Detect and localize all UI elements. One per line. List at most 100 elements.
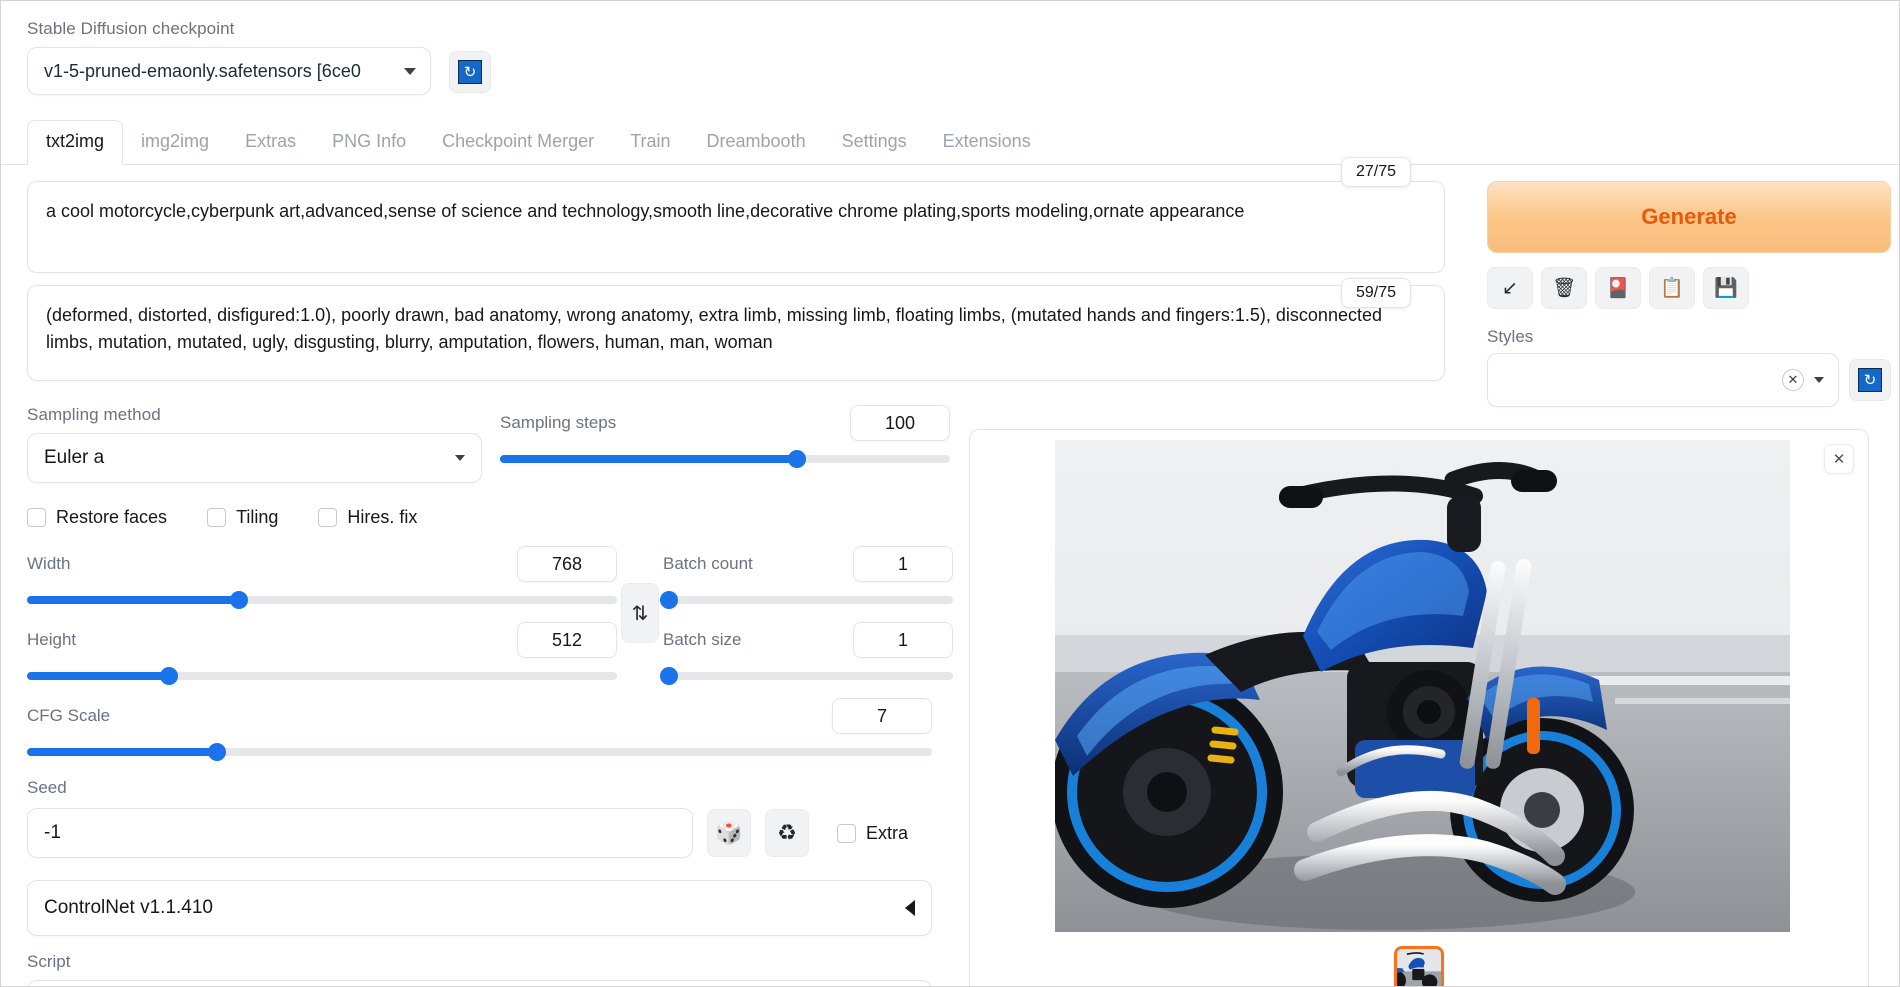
extra-label: Extra (866, 822, 909, 843)
refresh-styles-button[interactable]: ↻ (1849, 359, 1891, 401)
cfg-header: CFG Scale 7 (27, 698, 932, 734)
checkpoint-value: v1-5-pruned-emaonly.safetensors [6ce0 (44, 60, 361, 81)
restore-faces-label: Restore faces (56, 507, 168, 527)
negative-prompt-input[interactable]: (deformed, distorted, disfigured:1.0), p… (27, 285, 1445, 381)
clipboard-icon: 📋 (1660, 278, 1684, 299)
script-dropdown[interactable]: None (27, 980, 932, 986)
slider-fill (27, 596, 240, 604)
swap-dimensions-wrap: ⇅ (617, 546, 663, 680)
slider-knob[interactable] (230, 591, 249, 609)
batch-size-slider[interactable] (659, 667, 953, 685)
slider-knob[interactable] (659, 667, 678, 685)
tab-png-info[interactable]: PNG Info (314, 131, 424, 164)
batch-size-header: Batch size 1 (663, 622, 953, 658)
dimensions-block: Width 768 Height 512 (27, 546, 617, 685)
read-generation-params-button[interactable]: ↙ (1487, 267, 1533, 309)
close-icon[interactable]: ✕ (1782, 369, 1804, 391)
dice-icon: 🎲 (715, 820, 743, 845)
recycle-icon: ♻ (777, 820, 797, 845)
slider-fill (500, 455, 797, 463)
controlnet-label: ControlNet v1.1.410 (44, 897, 213, 918)
sampling-steps-slider[interactable] (500, 450, 950, 468)
width-header: Width 768 (27, 546, 617, 582)
cfg-slider[interactable] (27, 743, 932, 761)
width-value[interactable]: 768 (517, 546, 617, 582)
controlnet-accordion[interactable]: ControlNet v1.1.410 (27, 880, 932, 936)
generate-button[interactable]: Generate (1487, 181, 1891, 253)
restore-faces-checkbox[interactable]: Restore faces (27, 507, 167, 528)
slider-track (663, 596, 953, 604)
generated-image[interactable] (1055, 440, 1790, 932)
floppy-save-icon: 💾 (1714, 278, 1738, 299)
batch-block: Batch count 1 Batch size 1 (659, 546, 953, 685)
height-slider[interactable] (27, 667, 617, 685)
styles-dropdown[interactable]: ✕ (1487, 353, 1839, 407)
batch-count-slider[interactable] (659, 591, 953, 609)
prompt-tools-row: ↙ 🗑 🎴 📋 💾 (1487, 267, 1899, 309)
height-value[interactable]: 512 (517, 622, 617, 658)
checkbox-box (837, 823, 856, 843)
extra-seed-checkbox[interactable]: Extra (837, 823, 908, 844)
width-label: Width (27, 554, 71, 573)
tab-train[interactable]: Train (612, 131, 688, 164)
random-seed-button[interactable]: 🎲 (707, 809, 751, 857)
batch-count-value[interactable]: 1 (853, 546, 953, 582)
prompt-area: 27/75 59/75 a cool motorcycle,cyberpunk … (1, 157, 1471, 381)
slider-knob[interactable] (788, 450, 806, 468)
clear-prompt-button[interactable]: 🗑 (1541, 267, 1587, 309)
refresh-icon: ↻ (458, 60, 482, 84)
motorcycle-illustration (1055, 440, 1790, 932)
tab-dreambooth[interactable]: Dreambooth (689, 131, 824, 164)
batch-size-value[interactable]: 1 (853, 622, 953, 658)
slider-fill (27, 672, 169, 680)
cfg-block: CFG Scale 7 (27, 698, 932, 761)
negative-token-counter: 59/75 (1341, 278, 1412, 308)
checkpoint-bar: Stable Diffusion checkpoint v1-5-pruned-… (1, 1, 1899, 95)
positive-prompt-input[interactable]: a cool motorcycle,cyberpunk art,advanced… (27, 181, 1445, 273)
close-result-button[interactable]: ✕ (1824, 444, 1854, 474)
checkbox-box (27, 508, 46, 527)
sampling-method-block: Sampling method Euler a (27, 405, 482, 483)
slider-knob[interactable] (208, 743, 227, 761)
styles-row: ✕ ↻ (1487, 353, 1899, 407)
refresh-checkpoint-button[interactable]: ↻ (449, 51, 491, 93)
height-header: Height 512 (27, 622, 617, 658)
save-style-button[interactable]: 💾 (1703, 267, 1749, 309)
slider-knob[interactable] (159, 667, 178, 685)
sampling-steps-block: Sampling steps 100 (500, 405, 950, 483)
checkpoint-dropdown[interactable]: v1-5-pruned-emaonly.safetensors [6ce0 (27, 47, 431, 95)
sampling-steps-value[interactable]: 100 (850, 405, 950, 441)
batch-count-label: Batch count (663, 554, 753, 573)
width-slider[interactable] (27, 591, 617, 609)
batch-size-label: Batch size (663, 630, 742, 649)
swap-dimensions-button[interactable]: ⇅ (621, 583, 659, 643)
hires-fix-checkbox[interactable]: Hires. fix (318, 507, 417, 528)
tab-checkpoint-merger[interactable]: Checkpoint Merger (424, 131, 612, 164)
sampling-method-dropdown[interactable]: Euler a (27, 433, 482, 483)
chevron-down-icon (455, 455, 465, 461)
checkpoint-label: Stable Diffusion checkpoint (27, 19, 235, 38)
slider-knob[interactable] (659, 591, 678, 609)
positive-token-counter: 27/75 (1341, 157, 1412, 187)
reuse-seed-button[interactable]: ♻ (765, 809, 809, 857)
hires-fix-label: Hires. fix (347, 507, 418, 527)
tab-extras[interactable]: Extras (227, 131, 314, 164)
tiling-checkbox[interactable]: Tiling (207, 507, 278, 528)
art-card-icon: 🎴 (1606, 278, 1630, 299)
result-thumbnail[interactable] (1394, 946, 1444, 986)
tab-txt2img[interactable]: txt2img (27, 120, 124, 165)
seed-input[interactable]: -1 (27, 808, 693, 858)
tiling-label: Tiling (236, 507, 279, 527)
cfg-value[interactable]: 7 (832, 698, 932, 734)
tab-extensions[interactable]: Extensions (925, 131, 1049, 164)
apply-style-button[interactable]: 📋 (1649, 267, 1695, 309)
tab-img2img[interactable]: img2img (123, 131, 227, 164)
chevron-left-icon (905, 900, 915, 916)
cfg-label: CFG Scale (27, 706, 111, 725)
trash-icon: 🗑 (1551, 278, 1577, 299)
tab-settings[interactable]: Settings (824, 131, 925, 164)
show-extra-networks-button[interactable]: 🎴 (1595, 267, 1641, 309)
checkbox-box (207, 508, 227, 527)
result-panel: ✕ (969, 429, 1869, 986)
checkbox-box (318, 508, 338, 527)
